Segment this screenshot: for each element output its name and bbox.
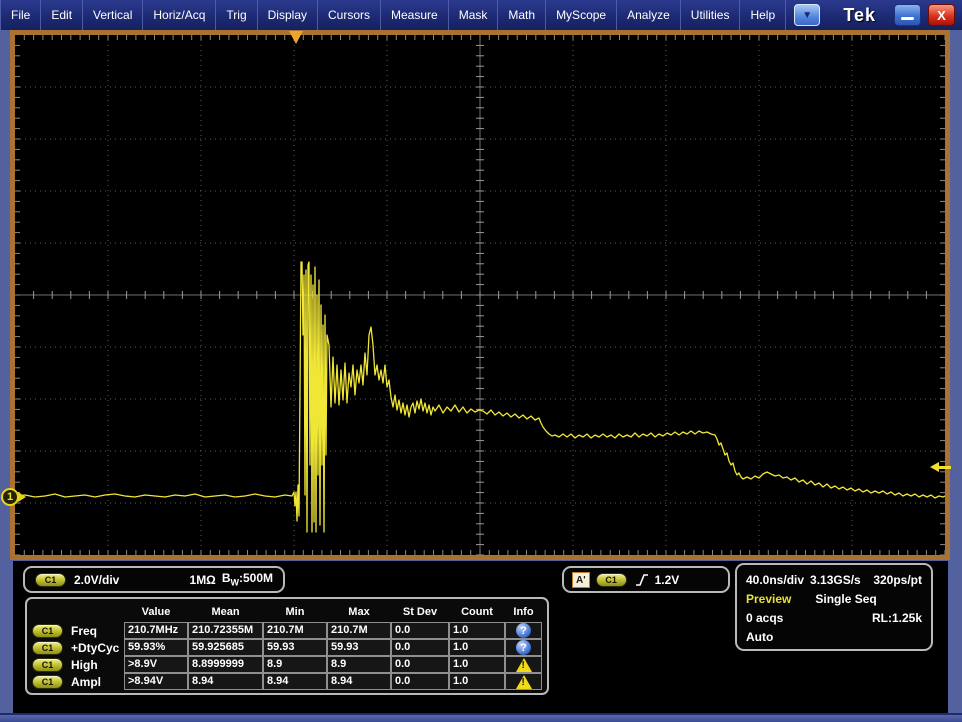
chevron-down-icon: ▼ [802, 10, 812, 21]
menu-math[interactable]: Math [498, 0, 546, 30]
menu-edit[interactable]: Edit [41, 0, 83, 30]
trigger-level-arrow-icon[interactable] [930, 461, 952, 473]
window-bottom-frame [0, 713, 962, 722]
menu-cursors[interactable]: Cursors [318, 0, 381, 30]
measurement-table: Value Mean Min Max St Dev Count Info C1F… [25, 597, 549, 695]
meas-value: 210.7MHz [124, 622, 188, 639]
meas-count: 1.0 [449, 656, 505, 673]
warning-icon[interactable] [516, 675, 532, 689]
meas-mean: 8.94 [188, 673, 263, 690]
col-header-info: Info [505, 602, 542, 622]
meas-stdev: 0.0 [391, 622, 449, 639]
bandwidth-readout: BW:500M [222, 571, 273, 587]
channel1-reference-marker[interactable]: 1 [1, 488, 27, 507]
meas-min: 59.93 [263, 639, 327, 656]
col-header-min: Min [263, 602, 327, 622]
meas-value: >8.9V [124, 656, 188, 673]
close-icon: X [937, 8, 946, 23]
channel1-marker-label: 1 [1, 488, 19, 506]
col-header-value: Value [124, 602, 188, 622]
menu-measure[interactable]: Measure [381, 0, 449, 30]
meas-value: >8.94V [124, 673, 188, 690]
meas-count: 1.0 [449, 639, 505, 656]
col-header-count: Count [449, 602, 505, 622]
menu-myscope[interactable]: MyScope [546, 0, 617, 30]
col-header-stdev: St Dev [391, 602, 449, 622]
meas-value: 59.93% [124, 639, 188, 656]
meas-row-label: C1High [32, 656, 124, 673]
warning-icon[interactable] [516, 658, 532, 672]
timebase: 40.0ns/div [746, 573, 804, 587]
meas-stdev: 0.0 [391, 639, 449, 656]
readout-area: C1 2.0V/div 1MΩ BW:500M A' C1 1.2V 40.0n… [13, 561, 948, 713]
meas-stdev: 0.0 [391, 656, 449, 673]
rising-edge-icon [635, 572, 649, 588]
col-header-mean: Mean [188, 602, 263, 622]
meas-min: 8.9 [263, 656, 327, 673]
meas-mean: 8.8999999 [188, 656, 263, 673]
meas-mean: 210.72355M [188, 622, 263, 639]
meas-max: 59.93 [327, 639, 391, 656]
oscilloscope-window: File Edit Vertical Horiz/Acq Trig Displa… [0, 0, 962, 722]
preview-status: Preview [746, 592, 791, 606]
waveform-svg [15, 35, 945, 555]
question-info-icon[interactable] [516, 640, 531, 655]
meas-row-label: C1Ampl [32, 673, 124, 690]
meas-count: 1.0 [449, 673, 505, 690]
channel1-badge: C1 [32, 641, 63, 655]
channel1-badge: C1 [35, 573, 66, 587]
menu-display[interactable]: Display [258, 0, 318, 30]
channel1-badge: C1 [32, 624, 63, 638]
trigger-channel-badge: C1 [596, 573, 627, 587]
waveform-display [10, 30, 950, 560]
channel1-badge: C1 [32, 658, 63, 672]
question-info-icon[interactable] [516, 623, 531, 638]
vertical-readout[interactable]: C1 2.0V/div 1MΩ BW:500M [23, 566, 285, 593]
menu-mask[interactable]: Mask [449, 0, 499, 30]
meas-stdev: 0.0 [391, 673, 449, 690]
vertical-scale: 2.0V/div [74, 573, 119, 587]
menu-file[interactable]: File [0, 0, 41, 30]
channel1-marker-arrow-icon [18, 492, 26, 502]
menu-horiz-acq[interactable]: Horiz/Acq [143, 0, 216, 30]
menu-bar: File Edit Vertical Horiz/Acq Trig Displa… [0, 0, 962, 30]
menu-help[interactable]: Help [740, 0, 786, 30]
tek-logo: Tek [843, 5, 876, 26]
trigger-mode: Auto [746, 630, 773, 644]
meas-min: 210.7M [263, 622, 327, 639]
menu-utilities[interactable]: Utilities [681, 0, 741, 30]
trigger-readout[interactable]: A' C1 1.2V [562, 566, 730, 593]
trigger-level: 1.2V [655, 573, 680, 587]
menu-vertical[interactable]: Vertical [83, 0, 143, 30]
meas-min: 8.94 [263, 673, 327, 690]
horizontal-readout[interactable]: 40.0ns/div 3.13GS/s 320ps/pt Preview Sin… [735, 563, 933, 651]
menu-analyze[interactable]: Analyze [617, 0, 681, 30]
input-impedance: 1MΩ [190, 573, 216, 587]
col-header-max: Max [327, 602, 391, 622]
trigger-position-marker-icon[interactable] [289, 31, 303, 44]
meas-max: 210.7M [327, 622, 391, 639]
channel1-badge: C1 [32, 675, 63, 689]
meas-row-label: C1Freq [32, 622, 124, 639]
trigger-source-badge: A' [572, 572, 590, 588]
sample-rate: 3.13GS/s [810, 573, 861, 587]
meas-max: 8.9 [327, 656, 391, 673]
meas-max: 8.94 [327, 673, 391, 690]
minimize-icon [901, 17, 914, 20]
acquisition-mode: Single Seq [815, 592, 876, 606]
close-button[interactable]: X [928, 4, 955, 26]
menu-overflow-button[interactable]: ▼ [794, 4, 820, 26]
minimize-button[interactable] [894, 4, 921, 26]
menu-trig[interactable]: Trig [216, 0, 257, 30]
meas-count: 1.0 [449, 622, 505, 639]
meas-mean: 59.925685 [188, 639, 263, 656]
acquisition-count: 0 acqs [746, 611, 783, 625]
record-length: RL:1.25k [872, 611, 922, 625]
resolution: 320ps/pt [873, 573, 922, 587]
meas-row-label: C1+DtyCyc [32, 639, 124, 656]
